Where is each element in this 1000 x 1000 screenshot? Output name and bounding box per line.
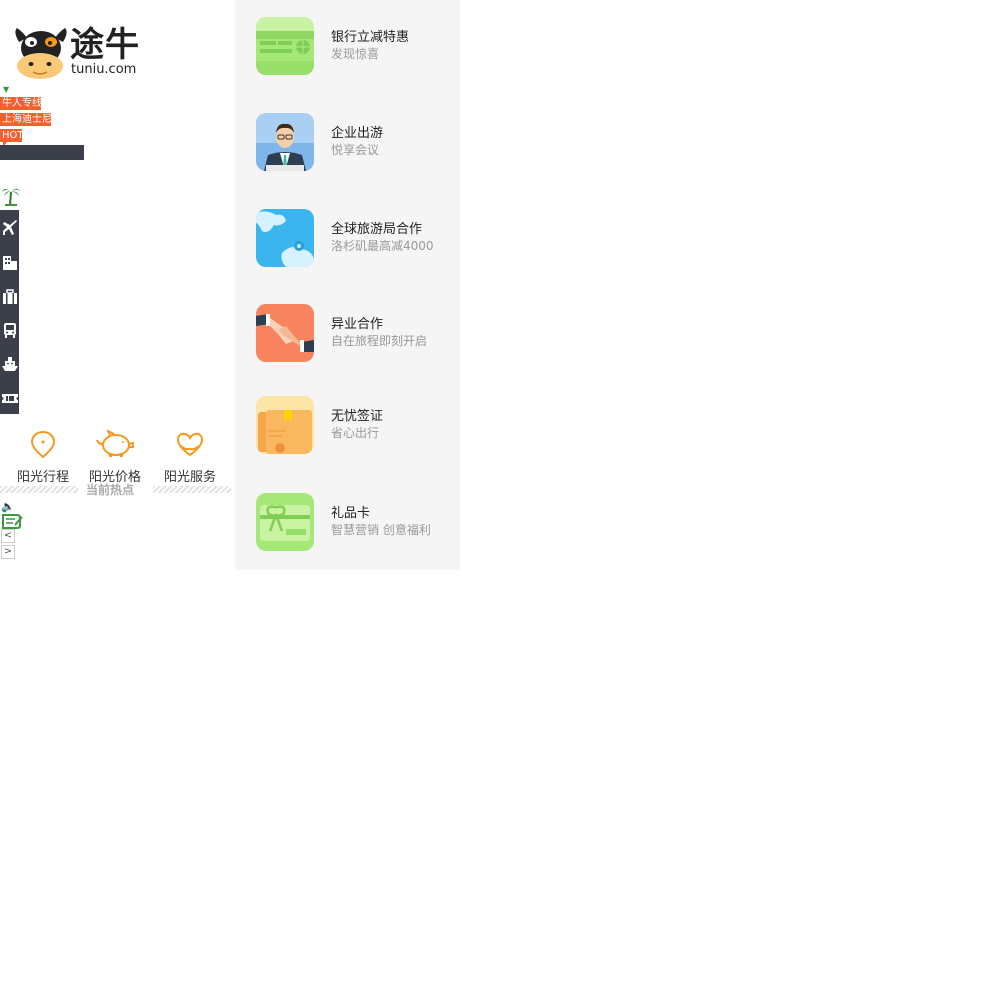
promise-price[interactable]: 阳光价格	[80, 428, 150, 485]
hot-tag-disney[interactable]: 上海迪士尼	[0, 113, 52, 126]
bank-card-icon	[256, 17, 314, 75]
heart-hands-icon	[176, 432, 204, 457]
coop-item-subtitle: 洛杉矶最高减4000	[331, 239, 434, 253]
coop-item-title: 企业出游	[331, 126, 384, 141]
cow-mascot-icon	[15, 28, 67, 79]
visa-document-icon	[256, 396, 314, 454]
logo-brand-cn: 途牛	[70, 25, 140, 65]
hot-tag-niuren[interactable]: 牛人专线	[0, 97, 42, 110]
promise-itinerary[interactable]: 阳光行程	[8, 430, 78, 485]
hot-section-title: 当前热点	[0, 482, 231, 497]
coop-item-subtitle: 自在旅程即刻开启	[331, 334, 428, 348]
side-category-nav	[0, 210, 19, 414]
coop-item-title: 异业合作	[331, 317, 384, 332]
coop-item-title: 礼品卡	[331, 506, 371, 521]
airplane-icon[interactable]	[0, 217, 19, 239]
coop-item-gift-card[interactable]: 礼品卡 智慧营销 创意福利	[235, 493, 460, 553]
chevron-down-icon[interactable]: ▼	[3, 86, 9, 94]
promise-service[interactable]: 阳光服务	[155, 430, 225, 485]
palm-tree-icon[interactable]	[2, 184, 20, 206]
coop-item-crossover[interactable]: 异业合作 自在旅程即刻开启	[235, 304, 460, 364]
coop-item-subtitle: 发现惊喜	[331, 47, 380, 61]
speaker-icon: 🔈	[1, 500, 15, 513]
bus-icon[interactable]	[0, 319, 19, 341]
handshake-icon	[256, 304, 314, 362]
hot-badge: HOT	[0, 129, 24, 147]
luggage-icon[interactable]	[0, 286, 19, 308]
coop-item-title: 银行立减特惠	[331, 30, 410, 45]
notebook-icon[interactable]	[1, 513, 23, 529]
cruise-ship-icon[interactable]	[0, 353, 19, 375]
search-bar[interactable]	[0, 145, 84, 160]
coop-item-visa[interactable]: 无忧签证 省心出行	[235, 396, 460, 456]
next-arrow-button[interactable]: >	[1, 545, 15, 559]
tuniu-logo[interactable]: 途牛 tuniu.com	[13, 24, 143, 84]
coop-item-subtitle: 悦享会议	[331, 143, 380, 157]
coop-item-subtitle: 智慧营销 创意福利	[331, 523, 431, 537]
piggy-bank-icon	[96, 428, 134, 457]
coop-item-subtitle: 省心出行	[331, 426, 380, 440]
coop-item-title: 全球旅游局合作	[331, 222, 423, 237]
businessman-icon	[256, 113, 314, 171]
coop-item-bank[interactable]: 银行立减特惠 发现惊喜	[235, 17, 460, 77]
world-map-icon	[256, 209, 314, 267]
ticket-icon[interactable]	[0, 387, 19, 409]
gift-card-icon	[256, 493, 314, 551]
coop-item-title: 无忧签证	[331, 409, 384, 424]
coop-item-enterprise[interactable]: 企业出游 悦享会议	[235, 113, 460, 173]
hot-title-label: 当前热点	[86, 483, 135, 497]
cooperation-panel: 银行立减特惠 发现惊喜 企业出游 悦享会议 全球旅游局合作 洛杉矶最高减4000…	[235, 0, 460, 570]
logo-brand-en: tuniu.com	[71, 62, 137, 77]
coop-item-tourism-bureau[interactable]: 全球旅游局合作 洛杉矶最高减4000	[235, 209, 460, 269]
prev-arrow-button[interactable]: <	[1, 529, 15, 543]
location-pin-icon	[30, 430, 56, 459]
hotel-icon[interactable]	[0, 251, 19, 273]
